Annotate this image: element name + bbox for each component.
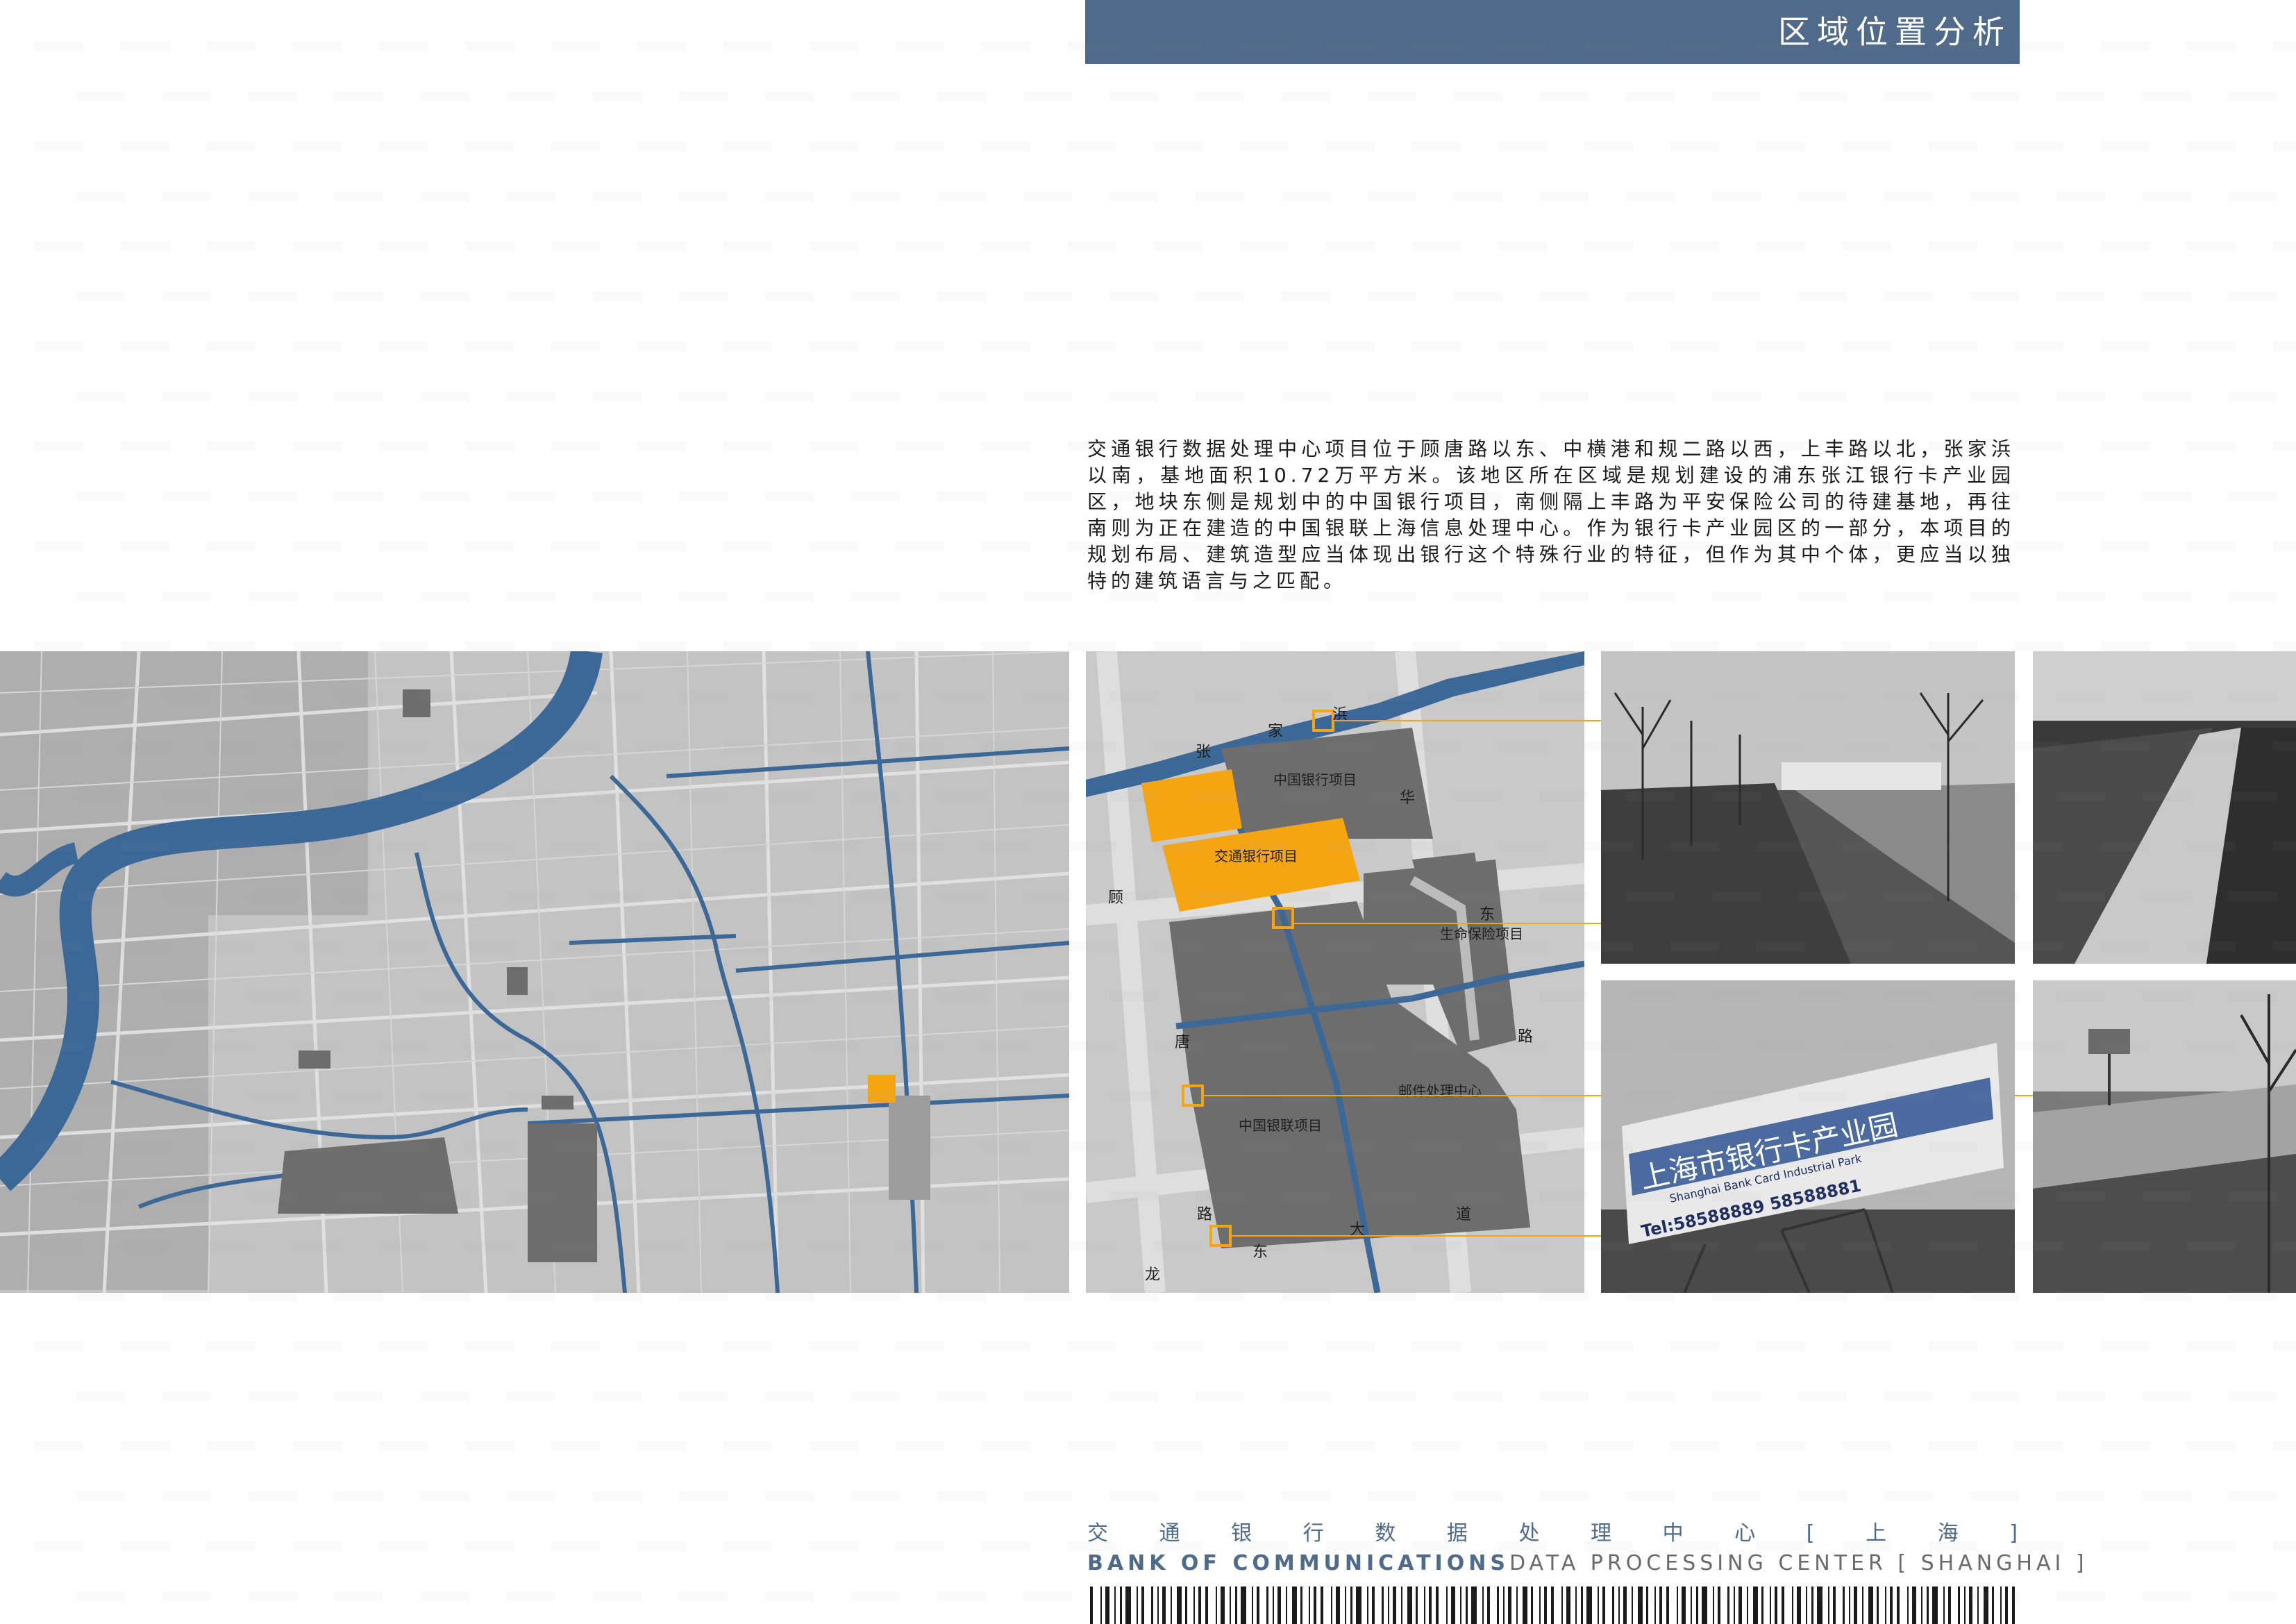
footer-cn-char: 海 — [1937, 1521, 1959, 1546]
footer-title-en: BANK OF COMMUNICATIONS DATA PROCESSING C… — [1087, 1550, 2084, 1577]
barcode-decoration — [1090, 1587, 2015, 1624]
footer-cn-char: 银 — [1231, 1521, 1252, 1546]
footer-cn-char: 行 — [1302, 1521, 1324, 1546]
footer-cn-char: 数 — [1375, 1521, 1396, 1546]
footer-cn-char: 处 — [1518, 1521, 1540, 1546]
site-photo-canal-straight — [2033, 651, 2296, 964]
footer-cn-char: 理 — [1591, 1521, 1612, 1546]
footer-cn-char: 上 — [1866, 1521, 1887, 1546]
footer-cn-char: 通 — [1159, 1521, 1180, 1546]
footer-cn-char: 交 — [1087, 1521, 1108, 1546]
footer-cn-char: 心 — [1734, 1521, 1756, 1546]
footer-cn-char: ] — [2009, 1521, 2018, 1546]
site-photo-billboard: 上海市银行卡产业园 Shanghai Bank Card Industrial … — [1601, 980, 2015, 1293]
footer-en-subtitle: DATA PROCESSING CENTER [ SHANGHAI ] — [1509, 1551, 2088, 1575]
footer-cn-char: 中 — [1662, 1521, 1684, 1546]
site-photo-canal-trees — [1601, 651, 2015, 964]
footer-cn-char: [ — [1806, 1521, 1815, 1546]
footer-title-cn: 交 通 银 行 数 据 处 理 中 心 [ 上 海 ] — [1087, 1521, 2018, 1547]
site-photo-road — [2033, 980, 2296, 1293]
footer-en-bank-name: BANK OF COMMUNICATIONS — [1087, 1551, 1509, 1575]
footer-cn-char: 据 — [1446, 1521, 1468, 1546]
